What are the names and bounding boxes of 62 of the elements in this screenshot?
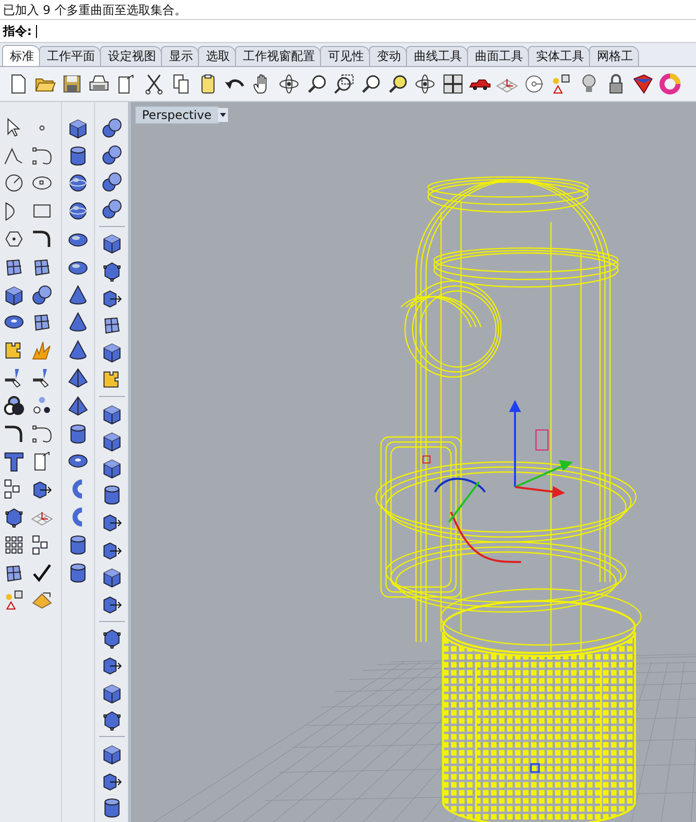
scissors-icon[interactable] [142, 73, 165, 95]
magnifier-icon[interactable] [360, 73, 382, 95]
sphere-icon[interactable] [67, 172, 89, 194]
t-shape-icon[interactable] [3, 450, 25, 472]
boolean-circles-icon[interactable] [3, 394, 25, 417]
cube-control-points-icon[interactable] [100, 627, 122, 650]
control-point-curve-icon[interactable] [31, 422, 53, 445]
circle-point-icon[interactable] [523, 73, 546, 95]
ribbon-tab[interactable]: 曲线工具 [406, 46, 468, 66]
cube-icon[interactable] [67, 116, 89, 139]
magnifier-icon[interactable] [387, 73, 410, 95]
cone-icon[interactable] [67, 311, 89, 334]
ribbon-tab[interactable]: 变动 [369, 46, 407, 66]
four-pane-grid-icon[interactable] [442, 73, 464, 95]
ribbon-tab[interactable]: 网格工 [589, 46, 639, 66]
ribbon-tab[interactable]: 工作平面 [39, 46, 101, 66]
color-wheel-icon[interactable] [659, 73, 682, 95]
cube-icon[interactable] [100, 430, 122, 452]
cube-icon[interactable] [100, 457, 122, 479]
cube-control-points-icon[interactable] [100, 260, 122, 282]
viewport[interactable]: Perspective [131, 102, 696, 822]
ribbon-tab[interactable]: 选取 [198, 46, 236, 66]
cube-control-points-icon[interactable] [3, 506, 25, 528]
cube-icon[interactable] [100, 566, 122, 588]
spheres-icon[interactable] [100, 198, 122, 220]
command-history-message: 已加入 9 个多重曲面至选取集合。 [0, 0, 696, 20]
ribbon-tab[interactable]: 显示 [161, 46, 199, 66]
render-box-icon[interactable] [632, 73, 654, 95]
ribbon-tab[interactable]: 实体工具 [528, 46, 590, 66]
cone-icon[interactable] [67, 339, 89, 362]
orbit-icon[interactable] [278, 73, 300, 95]
viewport-title-tab[interactable]: Perspective [135, 106, 218, 124]
dropdown-caret-icon[interactable] [218, 108, 228, 122]
checkmark-icon[interactable] [31, 562, 53, 584]
shapes-icon[interactable] [3, 589, 25, 612]
cube-icon[interactable] [100, 743, 122, 765]
spheres-icon[interactable] [100, 171, 122, 193]
cube-icon[interactable] [100, 402, 122, 425]
cube-control-points-icon[interactable] [100, 708, 122, 731]
command-line-field[interactable]: 指令: [0, 20, 696, 42]
ribbon-tab[interactable]: 设定视图 [100, 46, 162, 66]
ribbon-tab[interactable]: 标准 [2, 45, 40, 66]
cone-icon[interactable] [67, 284, 89, 306]
spheres-icon[interactable] [100, 116, 122, 139]
zoom-window-icon[interactable] [332, 73, 355, 95]
cube-icon[interactable] [100, 682, 122, 704]
shapes-icon[interactable] [550, 73, 572, 95]
spheres-icon[interactable] [31, 284, 53, 306]
orbit-icon[interactable] [414, 73, 436, 95]
cube-icon[interactable] [100, 232, 122, 254]
cube-icon[interactable] [100, 341, 122, 364]
sphere-icon[interactable] [67, 200, 89, 222]
cube-icon[interactable] [3, 284, 25, 306]
ribbon-tab[interactable]: 曲面工具 [467, 46, 529, 66]
control-point-curve-icon[interactable] [31, 144, 53, 167]
magnifier-icon[interactable] [306, 73, 328, 95]
ribbon-tab[interactable]: 工作视窗配置 [235, 46, 321, 66]
ribbon-tab[interactable]: 可见性 [320, 46, 370, 66]
circle-icon[interactable] [3, 172, 25, 194]
dot-grid-icon[interactable] [3, 534, 25, 556]
spheres-icon[interactable] [100, 144, 122, 166]
burst-icon[interactable] [31, 339, 53, 362]
